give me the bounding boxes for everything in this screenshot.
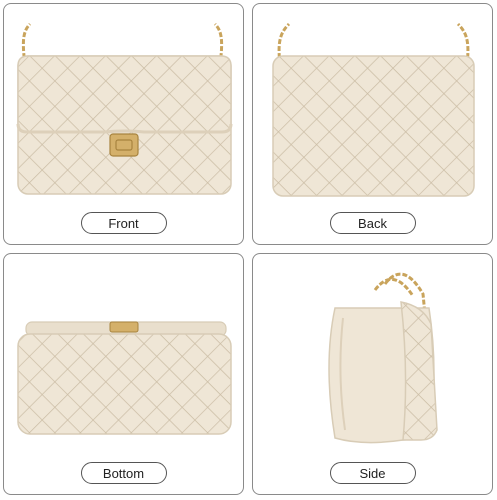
product-view-front: Front [3, 3, 244, 245]
product-view-bottom: Bottom [3, 253, 244, 495]
view-label-bottom[interactable]: Bottom [80, 462, 167, 484]
product-view-back: Back [252, 3, 493, 245]
view-label-front[interactable]: Front [80, 212, 167, 234]
product-view-side: Side [252, 253, 493, 495]
bag-side-image [328, 272, 438, 444]
view-label-back[interactable]: Back [329, 212, 416, 234]
bag-bottom-image [17, 321, 232, 435]
bag-front-image [16, 22, 233, 195]
view-label-side[interactable]: Side [329, 462, 416, 484]
bag-back-image [272, 22, 475, 197]
